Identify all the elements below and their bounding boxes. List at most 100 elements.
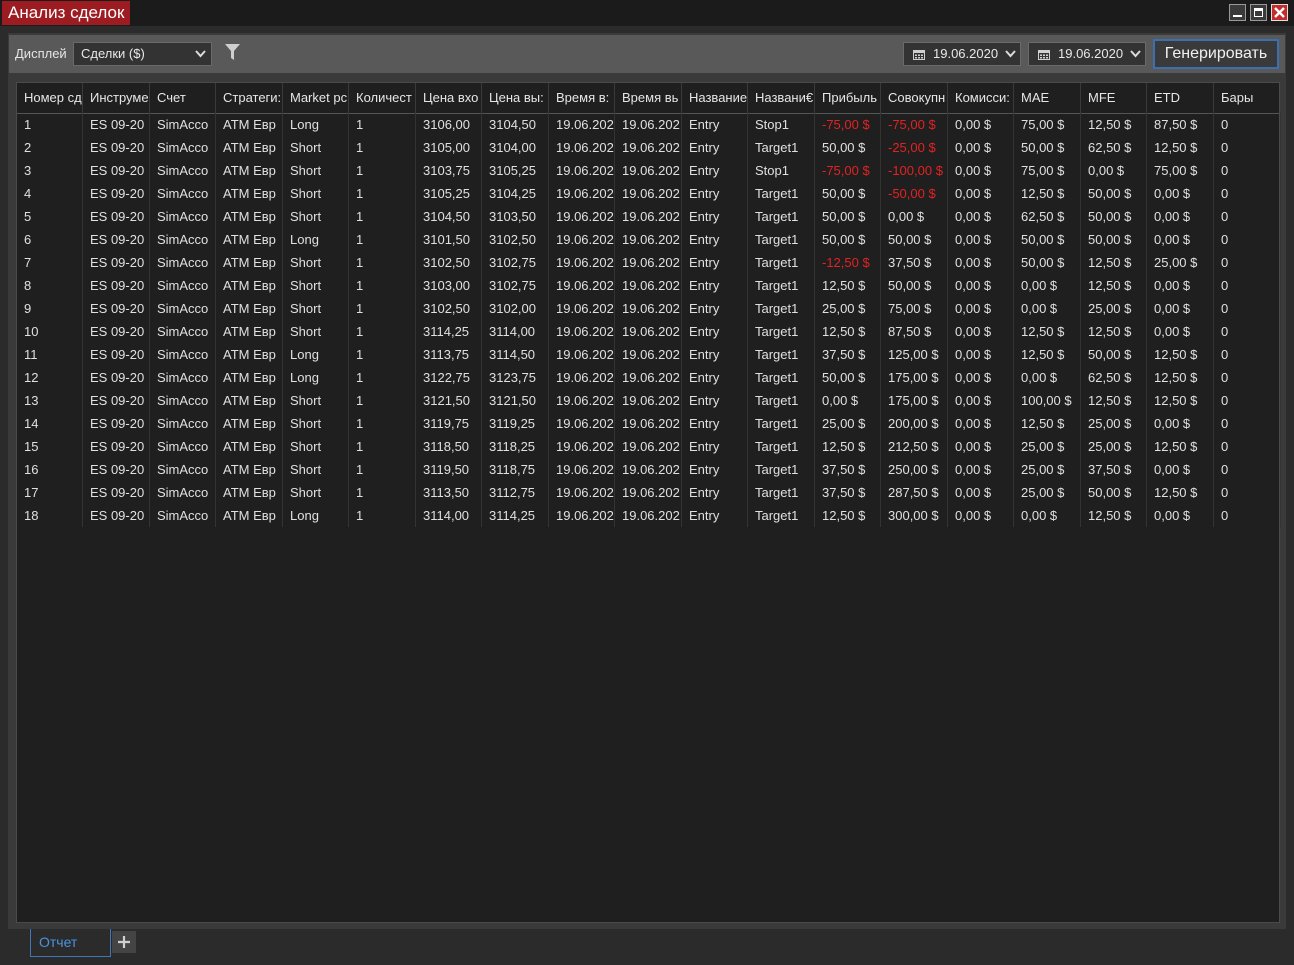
date-from-picker[interactable]: 19.06.2020: [903, 42, 1021, 66]
table-cell: 212,50 $: [881, 435, 948, 458]
table-row[interactable]: 17 ES 09-20 SimAcco ATM Евр Short 1 3113,50 311…: [17, 481, 1281, 504]
generate-button[interactable]: Генерировать: [1153, 39, 1279, 69]
table-cell: 12,50 $: [1081, 320, 1147, 343]
table-cell: 0: [1214, 504, 1281, 527]
table-cell: 2: [17, 136, 83, 159]
close-button[interactable]: [1271, 4, 1288, 21]
table-cell: 3105,00: [416, 136, 482, 159]
column-header[interactable]: ETD: [1147, 83, 1214, 113]
table-cell: SimAcco: [150, 228, 216, 251]
table-cell: 50,00 $: [815, 205, 881, 228]
column-header[interactable]: MFE: [1081, 83, 1147, 113]
minimize-button[interactable]: [1229, 4, 1246, 21]
column-header[interactable]: Market pc: [283, 83, 349, 113]
column-header[interactable]: Совокупн: [881, 83, 948, 113]
table-row[interactable]: 2 ES 09-20 SimAcco ATM Евр Short 1 3105,00 3104…: [17, 136, 1281, 159]
table-cell: 0,00 $: [1147, 320, 1214, 343]
table-cell: 3114,50: [482, 343, 549, 366]
table-row[interactable]: 11 ES 09-20 SimAcco ATM Евр Long 1 3113,75 3114…: [17, 343, 1281, 366]
column-header[interactable]: Номер сд: [17, 83, 83, 113]
table-cell: Target1: [748, 297, 815, 320]
table-row[interactable]: 15 ES 09-20 SimAcco ATM Евр Short 1 3118,50 311…: [17, 435, 1281, 458]
add-tab-button[interactable]: [112, 931, 136, 953]
table-cell: 3101,50: [416, 228, 482, 251]
column-header[interactable]: Количест: [349, 83, 416, 113]
table-cell: ES 09-20: [83, 458, 150, 481]
table-cell: ES 09-20: [83, 274, 150, 297]
column-header[interactable]: Цена вы:: [482, 83, 549, 113]
table-cell: 17: [17, 481, 83, 504]
table-row[interactable]: 10 ES 09-20 SimAcco ATM Евр Short 1 3114,25 311…: [17, 320, 1281, 343]
table-cell: 50,00 $: [815, 182, 881, 205]
table-cell: ES 09-20: [83, 412, 150, 435]
table-cell: SimAcco: [150, 481, 216, 504]
table-row[interactable]: 13 ES 09-20 SimAcco ATM Евр Short 1 3121,50 312…: [17, 389, 1281, 412]
table-cell: 3105,25: [416, 182, 482, 205]
table-cell: Entry: [682, 274, 748, 297]
table-cell: 12,50 $: [815, 320, 881, 343]
column-header[interactable]: Время вь: [615, 83, 682, 113]
column-header[interactable]: Цена вхо: [416, 83, 482, 113]
table-row[interactable]: 12 ES 09-20 SimAcco ATM Евр Long 1 3122,75 3123…: [17, 366, 1281, 389]
table-row[interactable]: 8 ES 09-20 SimAcco ATM Евр Short 1 3103,00 3102…: [17, 274, 1281, 297]
table-cell: SimAcco: [150, 366, 216, 389]
table-cell: 1: [349, 205, 416, 228]
title-bar: Анализ сделок: [0, 0, 1294, 26]
tab-report[interactable]: Отчет: [30, 929, 111, 957]
table-cell: 1: [349, 412, 416, 435]
maximize-button[interactable]: [1250, 4, 1267, 21]
table-cell: 0,00 $: [1014, 274, 1081, 297]
table-cell: Entry: [682, 136, 748, 159]
table-cell: 50,00 $: [1081, 182, 1147, 205]
display-select[interactable]: Сделки ($): [73, 42, 212, 66]
column-header[interactable]: Время в:: [549, 83, 615, 113]
column-header[interactable]: MAE: [1014, 83, 1081, 113]
table-cell: 0: [1214, 113, 1281, 136]
table-row[interactable]: 3 ES 09-20 SimAcco ATM Евр Short 1 3103,75 3105…: [17, 159, 1281, 182]
table-row[interactable]: 5 ES 09-20 SimAcco ATM Евр Short 1 3104,50 3103…: [17, 205, 1281, 228]
table-cell: -12,50 $: [815, 251, 881, 274]
date-to-picker[interactable]: 19.06.2020: [1028, 42, 1146, 66]
table-cell: SimAcco: [150, 159, 216, 182]
column-header[interactable]: Название: [682, 83, 748, 113]
column-header[interactable]: Инструме: [83, 83, 150, 113]
table-cell: 25,00 $: [1081, 435, 1147, 458]
table-cell: 3114,25: [482, 504, 549, 527]
column-header[interactable]: Комисси:: [948, 83, 1014, 113]
table-row[interactable]: 16 ES 09-20 SimAcco ATM Евр Short 1 3119,50 311…: [17, 458, 1281, 481]
table-cell: 19.06.202: [615, 458, 682, 481]
table-cell: ATM Евр: [216, 136, 283, 159]
table-cell: 12,50 $: [1081, 274, 1147, 297]
table-row[interactable]: 9 ES 09-20 SimAcco ATM Евр Short 1 3102,50 3102…: [17, 297, 1281, 320]
filter-icon[interactable]: [225, 44, 240, 61]
table-row[interactable]: 18 ES 09-20 SimAcco ATM Евр Long 1 3114,00 3114…: [17, 504, 1281, 527]
table-cell: 3119,50: [416, 458, 482, 481]
column-header[interactable]: Счет: [150, 83, 216, 113]
table-cell: Short: [283, 297, 349, 320]
table-cell: Target1: [748, 366, 815, 389]
table-cell: 3106,00: [416, 113, 482, 136]
table-cell: SimAcco: [150, 205, 216, 228]
table-row[interactable]: 6 ES 09-20 SimAcco ATM Евр Long 1 3101,50 3102,…: [17, 228, 1281, 251]
table-row[interactable]: 4 ES 09-20 SimAcco ATM Евр Short 1 3105,25 3104…: [17, 182, 1281, 205]
table-cell: 12,50 $: [1147, 435, 1214, 458]
column-header[interactable]: Бары: [1214, 83, 1281, 113]
table-row[interactable]: 1 ES 09-20 SimAcco ATM Евр Long 1 3106,00 3104,…: [17, 113, 1281, 136]
table-cell: ATM Евр: [216, 343, 283, 366]
table-cell: Target1: [748, 205, 815, 228]
table-cell: 15: [17, 435, 83, 458]
column-header[interactable]: Названи€: [748, 83, 815, 113]
table-cell: 19.06.202: [615, 297, 682, 320]
table-cell: 3118,50: [416, 435, 482, 458]
close-icon: [1274, 7, 1285, 18]
table-cell: SimAcco: [150, 297, 216, 320]
column-header[interactable]: Стратеги:: [216, 83, 283, 113]
table-row[interactable]: 14 ES 09-20 SimAcco ATM Евр Short 1 3119,75 311…: [17, 412, 1281, 435]
table-cell: 3102,50: [482, 228, 549, 251]
column-header[interactable]: Прибыль: [815, 83, 881, 113]
table-row[interactable]: 7 ES 09-20 SimAcco ATM Евр Short 1 3102,50 3102…: [17, 251, 1281, 274]
table-cell: Short: [283, 182, 349, 205]
table-cell: Entry: [682, 458, 748, 481]
table-cell: 12,50 $: [1014, 343, 1081, 366]
table-cell: 0,00 $: [815, 389, 881, 412]
